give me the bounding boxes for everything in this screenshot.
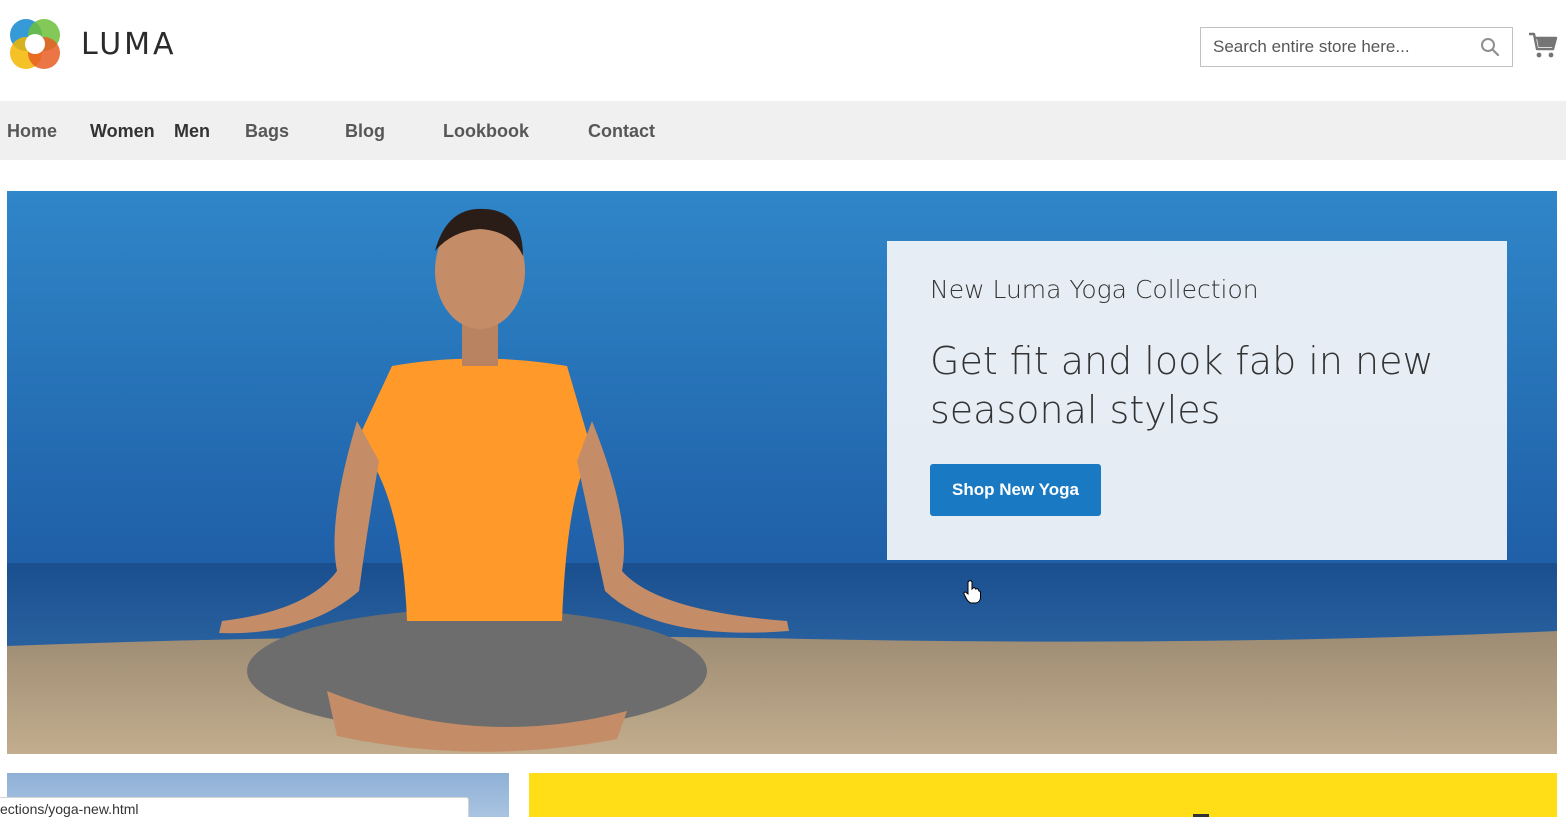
search-input[interactable] — [1201, 28, 1471, 66]
logo[interactable]: LUMA — [7, 15, 197, 73]
nav-item-bags[interactable]: Bags — [245, 121, 289, 142]
promo-tile-right[interactable] — [529, 773, 1557, 817]
shop-new-yoga-button[interactable]: Shop New Yoga — [930, 464, 1101, 516]
link-status-bar: ections/yoga-new.html — [0, 797, 469, 817]
nav-item-blog[interactable]: Blog — [345, 121, 385, 142]
hero-banner[interactable]: New Luma Yoga Collection Get fit and loo… — [7, 191, 1557, 754]
nav-item-lookbook[interactable]: Lookbook — [443, 121, 529, 142]
nav-item-contact[interactable]: Contact — [588, 121, 655, 142]
nav-item-women[interactable]: Women — [90, 121, 155, 142]
hand-pointer-icon — [963, 580, 981, 604]
luma-logo-icon — [10, 19, 60, 69]
site-header: LUMA — [0, 0, 1566, 101]
shopping-cart-icon[interactable] — [1528, 30, 1558, 60]
brand-name: LUMA — [81, 26, 177, 62]
promo-panel: New Luma Yoga Collection Get fit and loo… — [887, 241, 1507, 560]
promo-subtitle: New Luma Yoga Collection — [930, 275, 1259, 304]
search-box — [1200, 27, 1513, 67]
promo-title: Get fit and look fab in new seasonal sty… — [930, 339, 1434, 432]
nav-item-men[interactable]: Men — [174, 121, 210, 142]
main-navigation: Home Women Men Bags Blog Lookbook Contac… — [0, 101, 1566, 160]
nav-item-home[interactable]: Home — [7, 121, 57, 142]
search-icon[interactable] — [1480, 37, 1500, 57]
